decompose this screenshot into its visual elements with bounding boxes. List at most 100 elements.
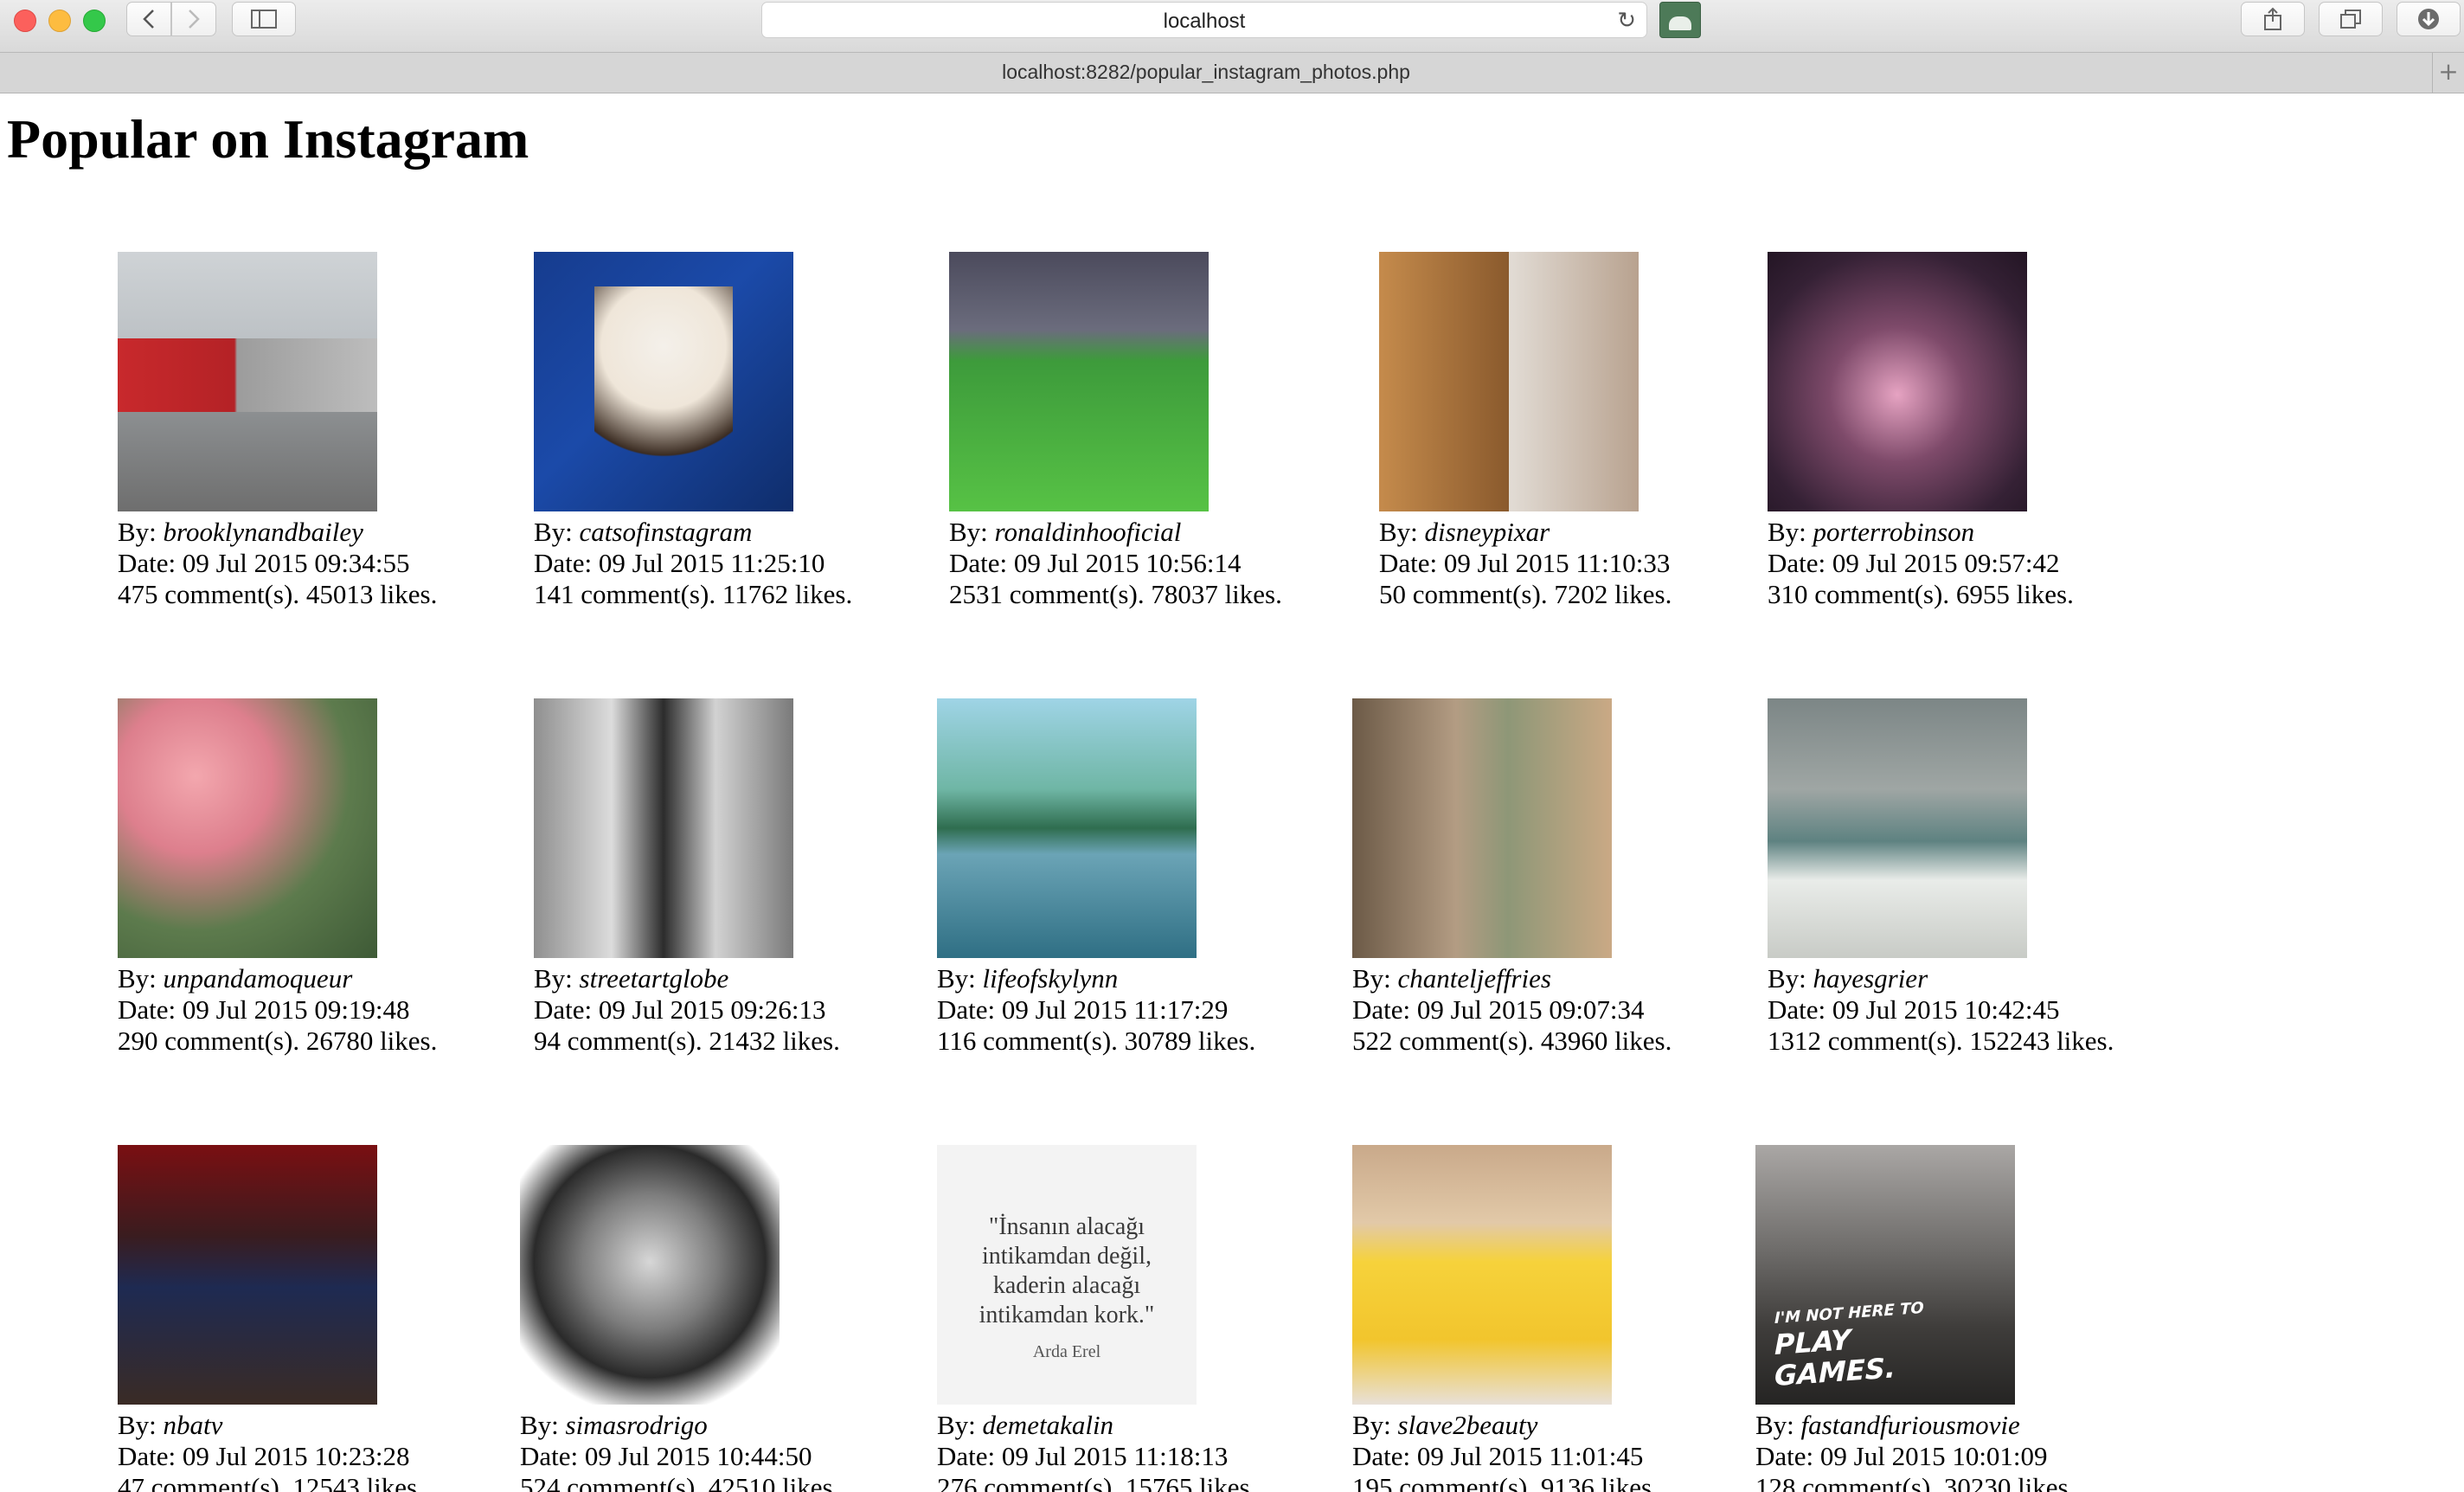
date-label: Date: (949, 548, 1014, 578)
photo-card: I'M NOT HERE TO PLAY GAMES. By: fastandfur… (1755, 1145, 2240, 1492)
by-label: By: (534, 963, 580, 994)
author-name: fastandfuriousmovie (1800, 1410, 2020, 1440)
date-line: Date: 09 Jul 2015 09:07:34 (1352, 994, 1837, 1026)
photo-date: 09 Jul 2015 10:56:14 (1013, 548, 1242, 578)
author-line: By: catsofinstagram (534, 517, 1018, 548)
photo-caption: By: porterrobinson Date: 09 Jul 2015 09:… (1768, 517, 2252, 610)
author-line: By: chanteljeffries (1352, 963, 1837, 994)
sidebar-toggle-button[interactable] (232, 2, 296, 36)
by-label: By: (118, 963, 164, 994)
photo-date: 09 Jul 2015 10:23:28 (182, 1441, 410, 1471)
photo-caption: By: lifeofskylynn Date: 09 Jul 2015 11:1… (937, 963, 1421, 1057)
window-minimize-button[interactable] (48, 10, 71, 32)
photo-date: 09 Jul 2015 10:44:50 (584, 1441, 812, 1471)
photo-date: 09 Jul 2015 09:19:48 (182, 994, 410, 1025)
photo-date: 09 Jul 2015 11:18:13 (1001, 1441, 1229, 1471)
photo-date: 09 Jul 2015 11:25:10 (598, 548, 825, 578)
photo-thumbnail[interactable] (1768, 698, 2027, 958)
date-line: Date: 09 Jul 2015 10:56:14 (949, 548, 1434, 579)
photo-caption: By: simasrodrigo Date: 09 Jul 2015 10:44… (520, 1410, 1004, 1492)
date-label: Date: (118, 994, 183, 1025)
back-icon (143, 10, 154, 29)
photo-card: By: chanteljeffries Date: 09 Jul 2015 09… (1352, 698, 1837, 1057)
date-line: Date: 09 Jul 2015 09:57:42 (1768, 548, 2252, 579)
photo-stats: 290 comment(s). 26780 likes. (118, 1026, 438, 1056)
photo-caption: By: chanteljeffries Date: 09 Jul 2015 09… (1352, 963, 1837, 1057)
page-title: Popular on Instagram (7, 108, 529, 170)
photo-card: By: hayesgrier Date: 09 Jul 2015 10:42:4… (1768, 698, 2252, 1057)
share-button[interactable] (2241, 2, 2305, 36)
date-label: Date: (534, 548, 599, 578)
photo-thumbnail[interactable] (520, 1145, 780, 1405)
reload-icon[interactable]: ↻ (1617, 8, 1636, 34)
photo-card: By: catsofinstagram Date: 09 Jul 2015 11… (534, 252, 1018, 610)
photo-date: 09 Jul 2015 10:01:09 (1819, 1441, 2048, 1471)
photo-thumbnail[interactable] (1379, 252, 1639, 511)
extension-icon[interactable] (1659, 2, 1701, 38)
author-name: lifeofskylynn (982, 963, 1119, 994)
date-line: Date: 09 Jul 2015 11:17:29 (937, 994, 1421, 1026)
author-name: slave2beauty (1397, 1410, 1538, 1440)
window-zoom-button[interactable] (83, 10, 106, 32)
by-label: By: (1768, 963, 1813, 994)
author-line: By: porterrobinson (1768, 517, 2252, 548)
photo-thumbnail[interactable] (118, 698, 377, 958)
by-label: By: (937, 963, 983, 994)
quote-author: Arda Erel (1032, 1342, 1101, 1361)
date-label: Date: (534, 994, 599, 1025)
photo-stats: 310 comment(s). 6955 likes. (1768, 579, 2074, 609)
date-line: Date: 09 Jul 2015 11:18:13 (937, 1441, 1421, 1472)
photo-date: 09 Jul 2015 11:01:45 (1416, 1441, 1644, 1471)
photo-thumbnail[interactable] (1352, 1145, 1612, 1405)
by-label: By: (520, 1410, 566, 1440)
author-name: chanteljeffries (1397, 963, 1551, 994)
new-tab-button[interactable]: + (2432, 53, 2464, 93)
window-close-button[interactable] (14, 10, 36, 32)
browser-toolbar: localhost ↻ (0, 0, 2464, 53)
date-line: Date: 09 Jul 2015 09:34:55 (118, 548, 602, 579)
photo-thumbnail[interactable]: I'M NOT HERE TO PLAY GAMES. (1755, 1145, 2015, 1405)
quote-text: "İnsanın alacağı intikamdan değil, kader… (979, 1213, 1155, 1328)
back-button[interactable] (126, 2, 171, 36)
photo-stats: 524 comment(s). 42510 likes. (520, 1472, 840, 1492)
address-text: localhost (1163, 10, 1246, 33)
downloads-button[interactable] (2397, 2, 2461, 36)
tab-bar: localhost:8282/popular_instagram_photos.… (0, 53, 2464, 93)
photo-thumbnail[interactable] (1352, 698, 1612, 958)
photo-thumbnail[interactable] (534, 252, 793, 511)
by-label: By: (1768, 517, 1813, 547)
photo-thumbnail[interactable] (937, 698, 1197, 958)
photo-thumbnail[interactable]: "İnsanın alacağı intikamdan değil, kader… (937, 1145, 1197, 1405)
address-bar[interactable]: localhost ↻ (761, 2, 1647, 38)
show-tabs-button[interactable] (2319, 2, 2383, 36)
photo-thumbnail[interactable] (949, 252, 1209, 511)
photo-caption: By: demetakalin Date: 09 Jul 2015 11:18:… (937, 1410, 1421, 1492)
by-label: By: (949, 517, 995, 547)
photo-card: By: simasrodrigo Date: 09 Jul 2015 10:44… (520, 1145, 1004, 1492)
forward-button[interactable] (171, 2, 216, 36)
author-line: By: unpandamoqueur (118, 963, 602, 994)
author-name: simasrodrigo (565, 1410, 708, 1440)
photo-thumbnail[interactable] (118, 1145, 377, 1405)
photo-caption: By: fastandfuriousmovie Date: 09 Jul 201… (1755, 1410, 2240, 1492)
date-label: Date: (1768, 994, 1832, 1025)
date-label: Date: (118, 548, 183, 578)
author-name: unpandamoqueur (163, 963, 353, 994)
photo-thumbnail[interactable] (118, 252, 377, 511)
sidebar-icon (251, 10, 277, 29)
photo-date: 09 Jul 2015 11:17:29 (1001, 994, 1229, 1025)
by-label: By: (937, 1410, 983, 1440)
by-label: By: (118, 1410, 164, 1440)
author-name: disneypixar (1424, 517, 1550, 547)
author-line: By: demetakalin (937, 1410, 1421, 1441)
photo-thumbnail[interactable] (1768, 252, 2027, 511)
date-label: Date: (520, 1441, 585, 1471)
author-line: By: brooklynandbailey (118, 517, 602, 548)
photo-date: 09 Jul 2015 10:42:45 (1832, 994, 2060, 1025)
photo-caption: By: ronaldinhooficial Date: 09 Jul 2015 … (949, 517, 1434, 610)
author-line: By: simasrodrigo (520, 1410, 1004, 1441)
author-name: porterrobinson (1813, 517, 1975, 547)
tabs-icon (2340, 10, 2361, 29)
active-tab[interactable]: localhost:8282/popular_instagram_photos.… (0, 61, 2412, 84)
photo-thumbnail[interactable] (534, 698, 793, 958)
